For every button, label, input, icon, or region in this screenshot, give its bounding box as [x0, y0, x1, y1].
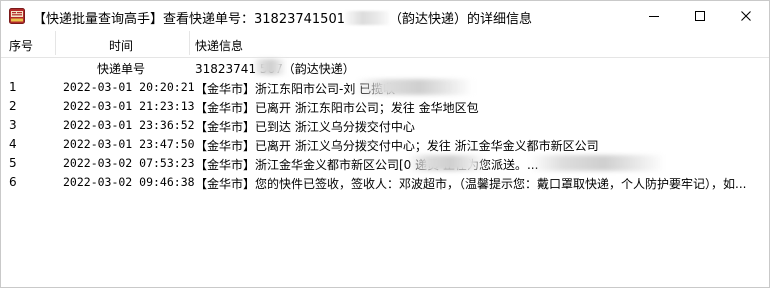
row-number: 1 [9, 80, 17, 94]
redacted-blur [344, 11, 389, 25]
row-time: 2022-03-02 09:46:38 [63, 175, 195, 189]
table-row[interactable]: 5 2022-03-02 07:53:23 【金华市】浙江金华金义都市新区公司[… [1, 154, 769, 173]
redacted-blur [529, 155, 665, 171]
column-header-no[interactable]: 序号 [9, 37, 33, 54]
row-time: 2022-03-01 20:20:21 [63, 80, 195, 94]
title-bar[interactable]: 【快递批量查询高手】查看快递单号：31823741501 （韵达快递）的详细信息 [1, 1, 769, 31]
row-number: 3 [9, 118, 17, 132]
row-number: 6 [9, 175, 17, 189]
row-number: 5 [9, 156, 17, 170]
row-info: 【金华市】已到达 浙江义乌分拨交付中心 [195, 120, 415, 134]
close-button[interactable] [723, 1, 769, 31]
tracking-number-label: 快递单号 [97, 62, 146, 76]
tracking-list[interactable]: 序号 时间 快递信息 快递单号 31823741 567（韵达快递） 1 202… [1, 31, 769, 192]
row-time: 2022-03-02 07:53:23 [63, 156, 195, 170]
table-row[interactable]: 1 2022-03-01 20:20:21 【金华市】浙江东阳市公司-刘 已揽收 [1, 78, 769, 97]
maximize-button[interactable] [677, 1, 723, 31]
column-divider[interactable] [189, 31, 190, 55]
list-header: 序号 时间 快递信息 [1, 31, 769, 58]
redacted-blur [355, 79, 473, 95]
redacted-blur [407, 155, 487, 171]
app-logo-icon [9, 8, 25, 24]
table-row[interactable]: 4 2022-03-01 23:47:50 【金华市】已离开 浙江义乌分拨交付中… [1, 135, 769, 154]
row-time: 2022-03-01 23:36:52 [63, 118, 195, 132]
row-info: 【金华市】您的快件已签收，签收人：邓波超市，（温馨提示您：戴口罩取快递，个人防护… [195, 177, 747, 191]
list-subheader-row[interactable]: 快递单号 31823741 567（韵达快递） [1, 58, 769, 78]
window-title-prefix: 【快递批量查询高手】查看快递单号：31823741501 [33, 12, 345, 27]
minimize-icon [649, 16, 659, 17]
column-header-time[interactable]: 时间 [109, 37, 133, 54]
row-number: 2 [9, 99, 17, 113]
redacted-blur [253, 59, 287, 75]
window-title-suffix: （韵达快递）的详细信息 [388, 12, 532, 27]
row-info: 【金华市】浙江东阳市公司-刘 已揽收 [195, 82, 396, 96]
row-info: 【金华市】已离开 浙江东阳市公司；发往 金华地区包 [195, 101, 479, 115]
minimize-button[interactable] [631, 1, 677, 31]
table-row[interactable]: 6 2022-03-02 09:46:38 【金华市】您的快件已签收，签收人：邓… [1, 173, 769, 192]
row-info: 【金华市】已离开 浙江义乌分拨交付中心；发往 浙江金华金义都市新区公司 [195, 139, 599, 153]
column-divider[interactable] [55, 31, 56, 55]
table-row[interactable]: 2 2022-03-01 21:23:13 【金华市】已离开 浙江东阳市公司；发… [1, 97, 769, 116]
detail-window: 【快递批量查询高手】查看快递单号：31823741501 （韵达快递）的详细信息 … [0, 0, 770, 288]
row-number: 4 [9, 137, 17, 151]
row-time: 2022-03-01 21:23:13 [63, 99, 195, 113]
close-icon [741, 11, 751, 21]
column-header-info[interactable]: 快递信息 [195, 37, 243, 54]
window-title: 【快递批量查询高手】查看快递单号：31823741501 （韵达快递）的详细信息 [33, 8, 532, 27]
table-row[interactable]: 3 2022-03-01 23:36:52 【金华市】已到达 浙江义乌分拨交付中… [1, 116, 769, 135]
maximize-icon [695, 11, 705, 21]
row-time: 2022-03-01 23:47:50 [63, 137, 195, 151]
